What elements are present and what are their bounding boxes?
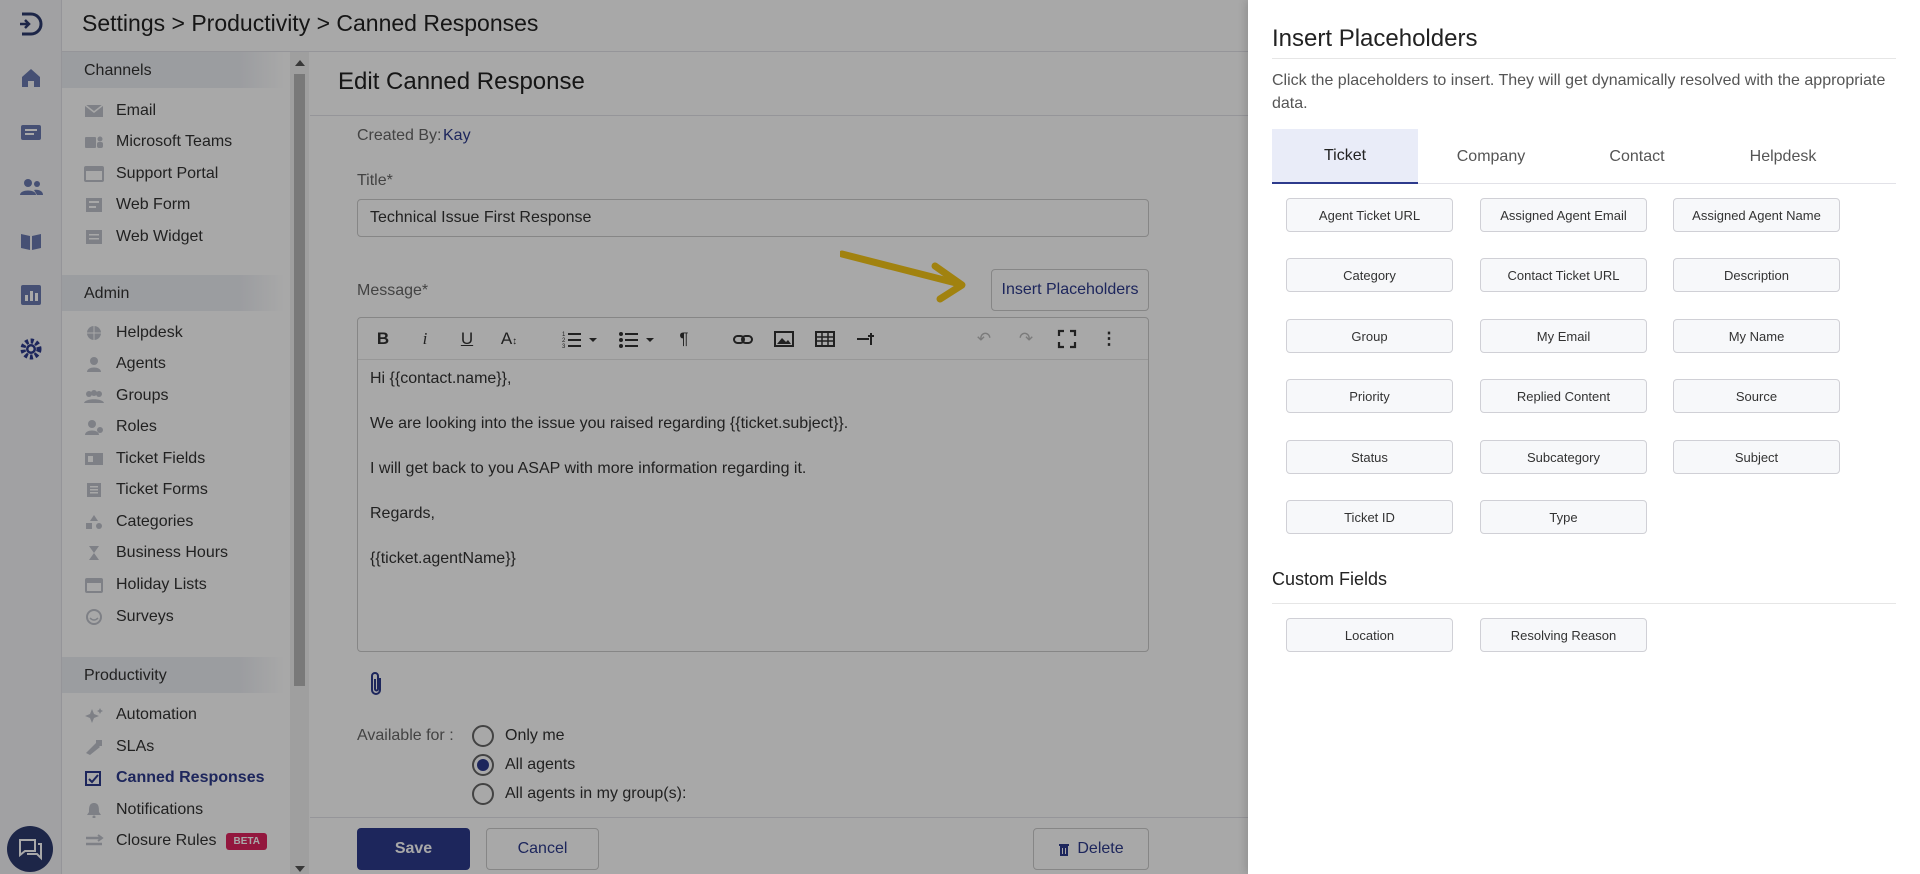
placeholder-button[interactable]: Description (1673, 258, 1840, 292)
placeholder-button[interactable]: Type (1480, 500, 1647, 534)
placeholder-button[interactable]: Ticket ID (1286, 500, 1453, 534)
divider (1272, 58, 1896, 59)
placeholder-button[interactable]: Subcategory (1480, 440, 1647, 474)
placeholder-button[interactable]: Status (1286, 440, 1453, 474)
drawer-title: Insert Placeholders (1272, 25, 1478, 52)
placeholder-button[interactable]: Category (1286, 258, 1453, 292)
custom-field-button[interactable]: Resolving Reason (1480, 618, 1647, 652)
divider (1272, 603, 1896, 604)
placeholder-button[interactable]: Replied Content (1480, 379, 1647, 413)
tab-contact[interactable]: Contact (1564, 129, 1710, 184)
placeholder-button[interactable]: Assigned Agent Name (1673, 198, 1840, 232)
placeholder-tabs: Ticket Company Contact Helpdesk (1272, 129, 1896, 184)
modal-backdrop[interactable] (0, 0, 1248, 874)
placeholder-button[interactable]: My Name (1673, 319, 1840, 353)
drawer-description: Click the placeholders to insert. They w… (1272, 72, 1886, 112)
placeholder-button[interactable]: Assigned Agent Email (1480, 198, 1647, 232)
placeholder-button[interactable]: Contact Ticket URL (1480, 258, 1647, 292)
placeholder-button[interactable]: Priority (1286, 379, 1453, 413)
placeholder-button[interactable]: Subject (1673, 440, 1840, 474)
placeholder-button[interactable]: Agent Ticket URL (1286, 198, 1453, 232)
tab-company[interactable]: Company (1418, 129, 1564, 184)
placeholder-button[interactable]: Source (1673, 379, 1840, 413)
tab-ticket[interactable]: Ticket (1272, 129, 1418, 184)
insert-placeholders-drawer: Insert Placeholders Click the placeholde… (1248, 0, 1920, 874)
tab-helpdesk[interactable]: Helpdesk (1710, 129, 1856, 184)
custom-field-button[interactable]: Location (1286, 618, 1453, 652)
custom-fields-title: Custom Fields (1272, 569, 1388, 589)
placeholder-button[interactable]: Group (1286, 319, 1453, 353)
placeholder-button[interactable]: My Email (1480, 319, 1647, 353)
